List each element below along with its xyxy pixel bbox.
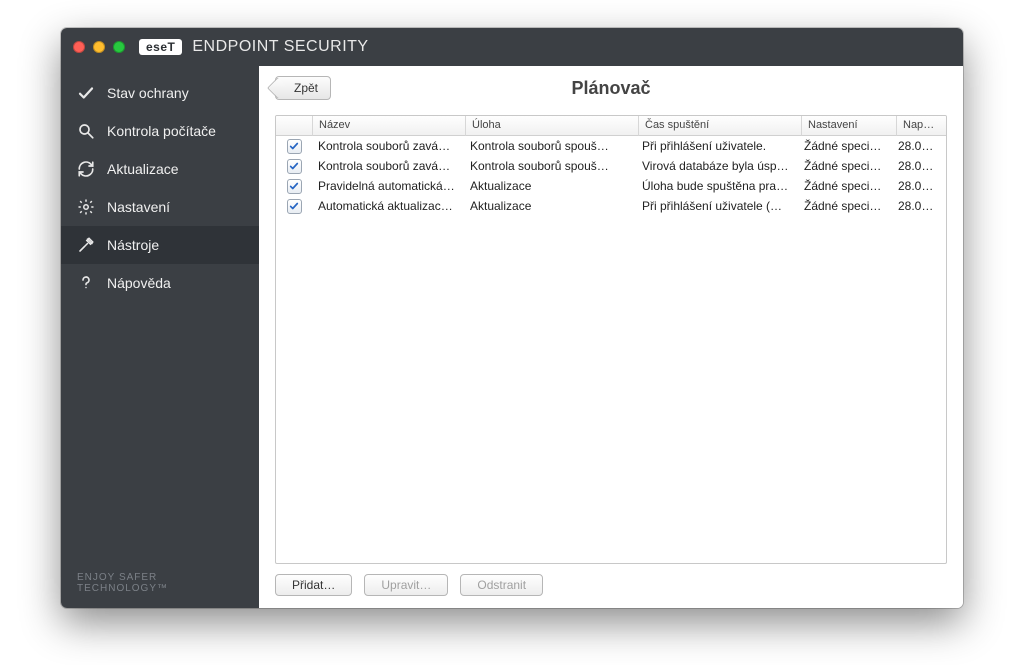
cell-last: 28.01.15 6:…	[892, 199, 946, 213]
col-time[interactable]: Čas spuštění	[639, 116, 802, 136]
sidebar-item-help[interactable]: Nápověda	[61, 264, 259, 302]
sidebar-item-tools[interactable]: Nástroje	[61, 226, 259, 264]
main-panel: Zpět Plánovač Název Úloha Čas spuštění N…	[259, 66, 963, 608]
sidebar-footer: ENJOY SAFER TECHNOLOGY™	[61, 558, 259, 608]
main-header: Zpět Plánovač	[259, 66, 963, 111]
table-row[interactable]: Automatická aktualizac…AktualizacePři př…	[276, 196, 946, 216]
table-header: Název Úloha Čas spuštění Nastavení Napos…	[276, 116, 946, 136]
cell-check[interactable]	[276, 139, 312, 154]
app-window: eseT ENDPOINT SECURITY Stav ochrany	[61, 28, 963, 608]
cell-last: 28.01.15 6:…	[892, 139, 946, 153]
cell-task: Kontrola souborů spouš…	[464, 159, 636, 173]
cell-config: Žádné speci…	[798, 139, 892, 153]
table-row[interactable]: Pravidelná automatická…AktualizaceÚloha …	[276, 176, 946, 196]
checkbox-icon[interactable]	[287, 199, 302, 214]
sidebar-nav: Stav ochrany Kontrola počítače Aktualiza…	[61, 74, 259, 558]
close-icon[interactable]	[73, 41, 85, 53]
back-button[interactable]: Zpět	[275, 76, 331, 100]
sidebar-item-label: Aktualizace	[107, 161, 179, 177]
checkbox-icon[interactable]	[287, 159, 302, 174]
cell-config: Žádné speci…	[798, 199, 892, 213]
sidebar-item-scan[interactable]: Kontrola počítače	[61, 112, 259, 150]
window-controls	[73, 41, 125, 53]
minimize-icon[interactable]	[93, 41, 105, 53]
cell-time: Úloha bude spuštěna pra…	[636, 179, 798, 193]
check-icon	[77, 84, 95, 102]
sidebar-item-settings[interactable]: Nastavení	[61, 188, 259, 226]
brand-text: ENDPOINT SECURITY	[192, 38, 368, 56]
sidebar-item-update[interactable]: Aktualizace	[61, 150, 259, 188]
sidebar-item-label: Nápověda	[107, 275, 171, 291]
edit-button[interactable]: Upravit…	[364, 574, 448, 596]
sidebar-item-label: Nastavení	[107, 199, 170, 215]
cell-check[interactable]	[276, 199, 312, 214]
cell-last: 28.01.15 6:…	[892, 159, 946, 173]
cell-last: 28.01.15 6:…	[892, 179, 946, 193]
scheduler-table: Název Úloha Čas spuštění Nastavení Napos…	[275, 115, 947, 564]
table-row[interactable]: Kontrola souborů zavá…Kontrola souborů s…	[276, 136, 946, 156]
table-body: Kontrola souborů zavá…Kontrola souborů s…	[276, 136, 946, 563]
search-icon	[77, 122, 95, 140]
titlebar: eseT ENDPOINT SECURITY	[61, 28, 963, 66]
sidebar-item-label: Kontrola počítače	[107, 123, 216, 139]
cell-config: Žádné speci…	[798, 179, 892, 193]
footer-buttons: Přidat… Upravit… Odstranit	[275, 564, 947, 598]
back-button-label: Zpět	[294, 81, 318, 95]
cell-name: Automatická aktualizac…	[312, 199, 464, 213]
content: Název Úloha Čas spuštění Nastavení Napos…	[259, 111, 963, 608]
col-task[interactable]: Úloha	[466, 116, 639, 136]
refresh-icon	[77, 160, 95, 178]
gear-icon	[77, 198, 95, 216]
cell-task: Kontrola souborů spouš…	[464, 139, 636, 153]
add-button[interactable]: Přidat…	[275, 574, 352, 596]
col-check[interactable]	[276, 116, 313, 136]
question-icon	[77, 274, 95, 292]
zoom-icon[interactable]	[113, 41, 125, 53]
cell-task: Aktualizace	[464, 179, 636, 193]
sidebar: Stav ochrany Kontrola počítače Aktualiza…	[61, 66, 259, 608]
col-config[interactable]: Nastavení	[802, 116, 897, 136]
cell-name: Pravidelná automatická…	[312, 179, 464, 193]
remove-button[interactable]: Odstranit	[460, 574, 543, 596]
cell-name: Kontrola souborů zavá…	[312, 139, 464, 153]
page-title: Plánovač	[259, 78, 963, 99]
col-name[interactable]: Název	[313, 116, 466, 136]
sidebar-item-status[interactable]: Stav ochrany	[61, 74, 259, 112]
cell-task: Aktualizace	[464, 199, 636, 213]
checkbox-icon[interactable]	[287, 139, 302, 154]
checkbox-icon[interactable]	[287, 179, 302, 194]
cell-check[interactable]	[276, 179, 312, 194]
cell-config: Žádné speci…	[798, 159, 892, 173]
cell-time: Při přihlášení uživatele.	[636, 139, 798, 153]
brand-badge: eseT	[139, 39, 182, 55]
cell-check[interactable]	[276, 159, 312, 174]
cell-name: Kontrola souborů zavá…	[312, 159, 464, 173]
brand: eseT ENDPOINT SECURITY	[139, 38, 369, 56]
sidebar-item-label: Nástroje	[107, 237, 159, 253]
cell-time: Při přihlášení uživatele (…	[636, 199, 798, 213]
table-row[interactable]: Kontrola souborů zavá…Kontrola souborů s…	[276, 156, 946, 176]
sidebar-item-label: Stav ochrany	[107, 85, 189, 101]
col-last[interactable]: Naposledy s…	[897, 116, 946, 136]
cell-time: Virová databáze byla úsp…	[636, 159, 798, 173]
tools-icon	[77, 236, 95, 254]
